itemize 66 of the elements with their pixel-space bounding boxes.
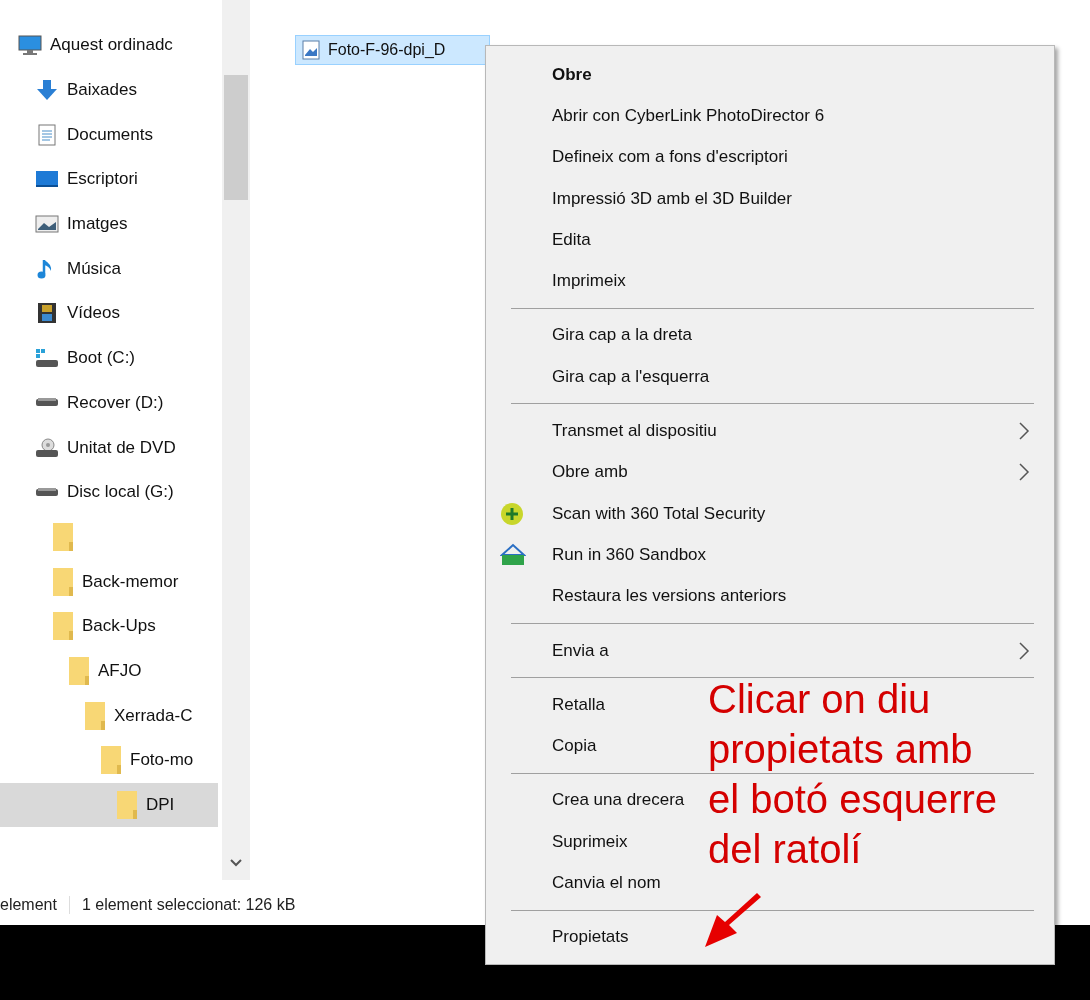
menu-item[interactable]: Canvia el nom	[552, 873, 661, 893]
menu-item[interactable]: Impressió 3D amb el 3D Builder	[552, 188, 792, 209]
tree-item[interactable]: Imatges	[0, 201, 222, 247]
file-item[interactable]: Foto-F-96-dpi_D	[295, 35, 490, 65]
status-text: 1 element seleccionat: 126 kB	[68, 896, 308, 914]
folder-icon	[116, 790, 138, 821]
menu-item[interactable]: Gira cap a la dreta	[552, 325, 692, 346]
menu-item[interactable]: Run in 360 Sandbox	[552, 544, 707, 565]
chevron-down-icon[interactable]	[230, 858, 242, 868]
menu-item[interactable]: Obre amb	[552, 462, 628, 483]
folder-icon	[68, 655, 90, 686]
folder-icon	[100, 745, 122, 776]
annotation-text: Clicar on diu propietats amb el botó esquerre del ratolí	[708, 676, 998, 873]
film-icon	[35, 302, 59, 325]
tree-item[interactable]: Back-memor	[0, 559, 222, 604]
tree-item[interactable]: Back-Ups	[0, 603, 222, 649]
tree-item[interactable]: Música	[0, 246, 222, 292]
tree-item[interactable]: DPI	[0, 782, 218, 828]
menu-item[interactable]: Imprimeix	[552, 271, 626, 292]
tree-item[interactable]: Vídeos	[0, 291, 222, 336]
tree-item[interactable]: Foto-mo	[0, 738, 222, 783]
chevron-right-icon	[1018, 641, 1030, 660]
folder-icon	[84, 700, 106, 731]
image-file-icon	[302, 40, 320, 60]
tree-item[interactable]: Baixades	[0, 67, 222, 113]
menu-item[interactable]: Transmet al dispositiu	[552, 421, 717, 441]
menu-item[interactable]: Abrir con CyberLink PhotoDirector 6	[552, 105, 825, 126]
menu-item[interactable]: Scan with 360 Total Security	[552, 503, 766, 524]
tree-item[interactable]: Documents	[0, 112, 222, 158]
scrollbar[interactable]	[222, 0, 250, 880]
menu-item[interactable]: Suprimeix	[552, 831, 628, 852]
download-icon	[35, 79, 59, 102]
menu-item[interactable]: Copia	[552, 736, 597, 757]
tree-item[interactable]: Escriptori	[0, 157, 222, 202]
plus-circle-icon	[500, 501, 524, 526]
tree-item[interactable]: Xerrada-C	[0, 693, 222, 738]
tree-item[interactable]: Boot (C:)	[0, 335, 222, 381]
tree-item[interactable]: Aquest ordinadc	[0, 23, 222, 68]
dvd-drive-icon	[35, 436, 59, 459]
drive-icon	[35, 398, 59, 408]
drive-icon	[35, 347, 59, 370]
scrollbar-thumb[interactable]	[224, 75, 248, 200]
chevron-right-icon	[1018, 422, 1030, 440]
tree-item[interactable]: AFJO	[0, 648, 222, 694]
tree-item[interactable]: Recover (D:)	[0, 380, 222, 426]
menu-item[interactable]: Propietats	[552, 927, 629, 948]
tree-item[interactable]: Unitat de DVD	[0, 425, 222, 470]
folder-icon	[52, 566, 74, 597]
folder-icon	[52, 521, 74, 552]
menu-item[interactable]: Obre	[552, 64, 592, 85]
status-text: element	[0, 896, 58, 914]
menu-item[interactable]: Restaura les versions anteriors	[552, 586, 787, 607]
pictures-icon	[35, 213, 59, 236]
document-icon	[35, 123, 59, 146]
tree-item[interactable]: Disc local (G:)	[0, 469, 222, 515]
menu-item[interactable]: Gira cap a l'esquerra	[552, 366, 710, 387]
menu-item[interactable]: Crea una drecera	[552, 790, 685, 811]
menu-item[interactable]: Edita	[552, 229, 591, 250]
folder-icon	[52, 611, 74, 642]
chevron-right-icon	[1018, 463, 1030, 482]
menu-item[interactable]: Retalla	[552, 694, 605, 715]
computer-icon	[18, 34, 42, 57]
sandbox-icon	[500, 542, 526, 567]
menu-item[interactable]: Defineix com a fons d'escriptori	[552, 147, 788, 168]
menu-item[interactable]: Envia a	[552, 640, 609, 661]
drive-icon	[35, 487, 59, 497]
